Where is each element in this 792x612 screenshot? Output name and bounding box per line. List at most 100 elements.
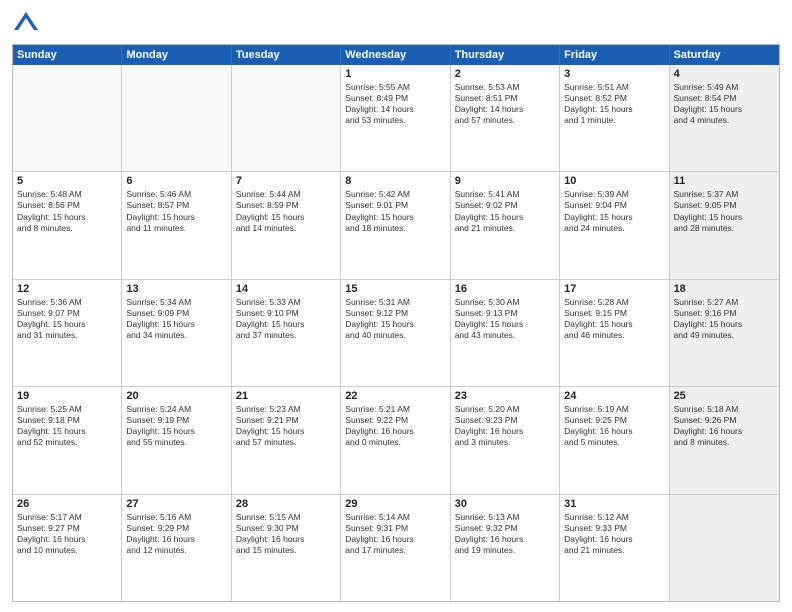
cell-day-24: 24Sunrise: 5:19 AMSunset: 9:25 PMDayligh… [560, 387, 669, 493]
cell-line: Sunset: 9:26 PM [674, 415, 775, 426]
cell-line: Sunset: 9:22 PM [345, 415, 445, 426]
header-day-tuesday: Tuesday [232, 45, 341, 65]
day-number: 27 [126, 498, 226, 510]
cell-line: Sunset: 8:51 PM [455, 93, 555, 104]
cell-line: Sunset: 9:01 PM [345, 200, 445, 211]
cell-line: and 34 minutes. [126, 330, 226, 341]
cell-line: and 3 minutes. [455, 437, 555, 448]
cell-line: Sunrise: 5:21 AM [345, 404, 445, 415]
cell-line: Sunset: 9:02 PM [455, 200, 555, 211]
day-number: 22 [345, 390, 445, 402]
cell-line: Sunset: 9:25 PM [564, 415, 664, 426]
cell-day-3: 3Sunrise: 5:51 AMSunset: 8:52 PMDaylight… [560, 65, 669, 171]
calendar-body: 1Sunrise: 5:55 AMSunset: 8:49 PMDaylight… [13, 65, 779, 601]
cell-line: Sunset: 9:21 PM [236, 415, 336, 426]
cell-line: and 52 minutes. [17, 437, 117, 448]
day-number: 4 [674, 68, 775, 80]
cell-line: and 11 minutes. [126, 223, 226, 234]
cell-line: Sunrise: 5:17 AM [17, 512, 117, 523]
day-number: 18 [674, 283, 775, 295]
cell-line: and 37 minutes. [236, 330, 336, 341]
day-number: 9 [455, 175, 555, 187]
calendar: SundayMondayTuesdayWednesdayThursdayFrid… [12, 44, 780, 602]
cell-day-15: 15 Sunrise: 5:31 AMSunset: 9:12 PMDayligh… [341, 280, 450, 386]
cell-day-4: 4Sunrise: 5:49 AMSunset: 8:54 PMDaylight… [670, 65, 779, 171]
cell-line: Daylight: 16 hours [564, 534, 664, 545]
cell-day-11: 11Sunrise: 5:37 AMSunset: 9:05 PMDayligh… [670, 172, 779, 278]
day-number: 14 [236, 283, 336, 295]
cell-line: Sunrise: 5:23 AM [236, 404, 336, 415]
cell-line: and 40 minutes. [345, 330, 445, 341]
cell-line: and 55 minutes. [126, 437, 226, 448]
cell-day-12: 12Sunrise: 5:36 AMSunset: 9:07 PMDayligh… [13, 280, 122, 386]
cell-line: Sunset: 8:49 PM [345, 93, 445, 104]
cell-line: Sunset: 9:05 PM [674, 200, 775, 211]
cell-line: Sunrise: 5:19 AM [564, 404, 664, 415]
cell-line: Sunrise: 5:15 AM [236, 512, 336, 523]
header-day-monday: Monday [122, 45, 231, 65]
cell-line: Sunset: 8:57 PM [126, 200, 226, 211]
cell-line: Sunset: 9:12 PM [345, 308, 445, 319]
cell-line: and 21 minutes. [455, 223, 555, 234]
header-day-saturday: Saturday [670, 45, 779, 65]
cell-day-22: 22Sunrise: 5:21 AMSunset: 9:22 PMDayligh… [341, 387, 450, 493]
calendar-row-3: 19Sunrise: 5:25 AMSunset: 9:18 PMDayligh… [13, 386, 779, 493]
cell-line: Sunrise: 5:46 AM [126, 189, 226, 200]
cell-line: Sunset: 8:52 PM [564, 93, 664, 104]
day-number: 3 [564, 68, 664, 80]
day-number: 6 [126, 175, 226, 187]
cell-day-28: 28 Sunrise: 5:15 AMSunset: 9:30 PMDayligh… [232, 495, 341, 601]
cell-line: Daylight: 15 hours [236, 319, 336, 330]
cell-line: Sunset: 9:30 PM [236, 523, 336, 534]
cell-line: Sunrise: 5:12 AM [564, 512, 664, 523]
cell-day-2: 2Sunrise: 5:53 AMSunset: 8:51 PMDaylight… [451, 65, 560, 171]
cell-line: Daylight: 16 hours [455, 426, 555, 437]
cell-line: Sunrise: 5:14 AM [345, 512, 445, 523]
day-number: 28 [236, 498, 336, 510]
cell-line: Sunset: 9:10 PM [236, 308, 336, 319]
cell-line: Sunrise: 5:24 AM [126, 404, 226, 415]
cell-day-30: 30Sunrise: 5:13 AMSunset: 9:32 PMDayligh… [451, 495, 560, 601]
day-number: 2 [455, 68, 555, 80]
cell-line: Sunrise: 5:31 AM [345, 297, 445, 308]
calendar-row-0: 1Sunrise: 5:55 AMSunset: 8:49 PMDaylight… [13, 65, 779, 171]
day-number: 31 [564, 498, 664, 510]
cell-line: and 21 minutes. [564, 545, 664, 556]
cell-line: Sunrise: 5:28 AM [564, 297, 664, 308]
cell-line: Sunset: 9:09 PM [126, 308, 226, 319]
cell-line: Sunset: 9:32 PM [455, 523, 555, 534]
day-number: 25 [674, 390, 775, 402]
cell-line: Daylight: 15 hours [345, 319, 445, 330]
cell-day-23: 23Sunrise: 5:20 AMSunset: 9:23 PMDayligh… [451, 387, 560, 493]
cell-line: Sunrise: 5:16 AM [126, 512, 226, 523]
day-number: 15 [345, 283, 445, 295]
cell-line: Sunrise: 5:39 AM [564, 189, 664, 200]
cell-empty-4-6 [670, 495, 779, 601]
cell-line: Sunset: 9:19 PM [126, 415, 226, 426]
cell-line: and 10 minutes. [17, 545, 117, 556]
cell-line: Daylight: 15 hours [564, 319, 664, 330]
calendar-row-4: 26Sunrise: 5:17 AMSunset: 9:27 PMDayligh… [13, 494, 779, 601]
cell-line: Daylight: 15 hours [455, 319, 555, 330]
cell-line: and 18 minutes. [345, 223, 445, 234]
cell-line: Sunrise: 5:13 AM [455, 512, 555, 523]
cell-day-27: 27Sunrise: 5:16 AMSunset: 9:29 PMDayligh… [122, 495, 231, 601]
cell-line: Daylight: 16 hours [236, 534, 336, 545]
cell-line: and 57 minutes. [236, 437, 336, 448]
cell-line: and 12 minutes. [126, 545, 226, 556]
cell-line: Sunrise: 5:49 AM [674, 82, 775, 93]
cell-day-10: 10Sunrise: 5:39 AMSunset: 9:04 PMDayligh… [560, 172, 669, 278]
cell-line: Sunset: 9:18 PM [17, 415, 117, 426]
day-number: 20 [126, 390, 226, 402]
cell-line: and 43 minutes. [455, 330, 555, 341]
cell-line: Daylight: 15 hours [126, 426, 226, 437]
cell-line: Sunset: 9:23 PM [455, 415, 555, 426]
cell-day-13: 13Sunrise: 5:34 AMSunset: 9:09 PMDayligh… [122, 280, 231, 386]
cell-line: and 14 minutes. [236, 223, 336, 234]
cell-line: Daylight: 15 hours [17, 426, 117, 437]
cell-line: Sunset: 9:04 PM [564, 200, 664, 211]
cell-line: Sunset: 9:15 PM [564, 308, 664, 319]
cell-line: Daylight: 15 hours [345, 212, 445, 223]
cell-line: Sunrise: 5:48 AM [17, 189, 117, 200]
day-number: 12 [17, 283, 117, 295]
